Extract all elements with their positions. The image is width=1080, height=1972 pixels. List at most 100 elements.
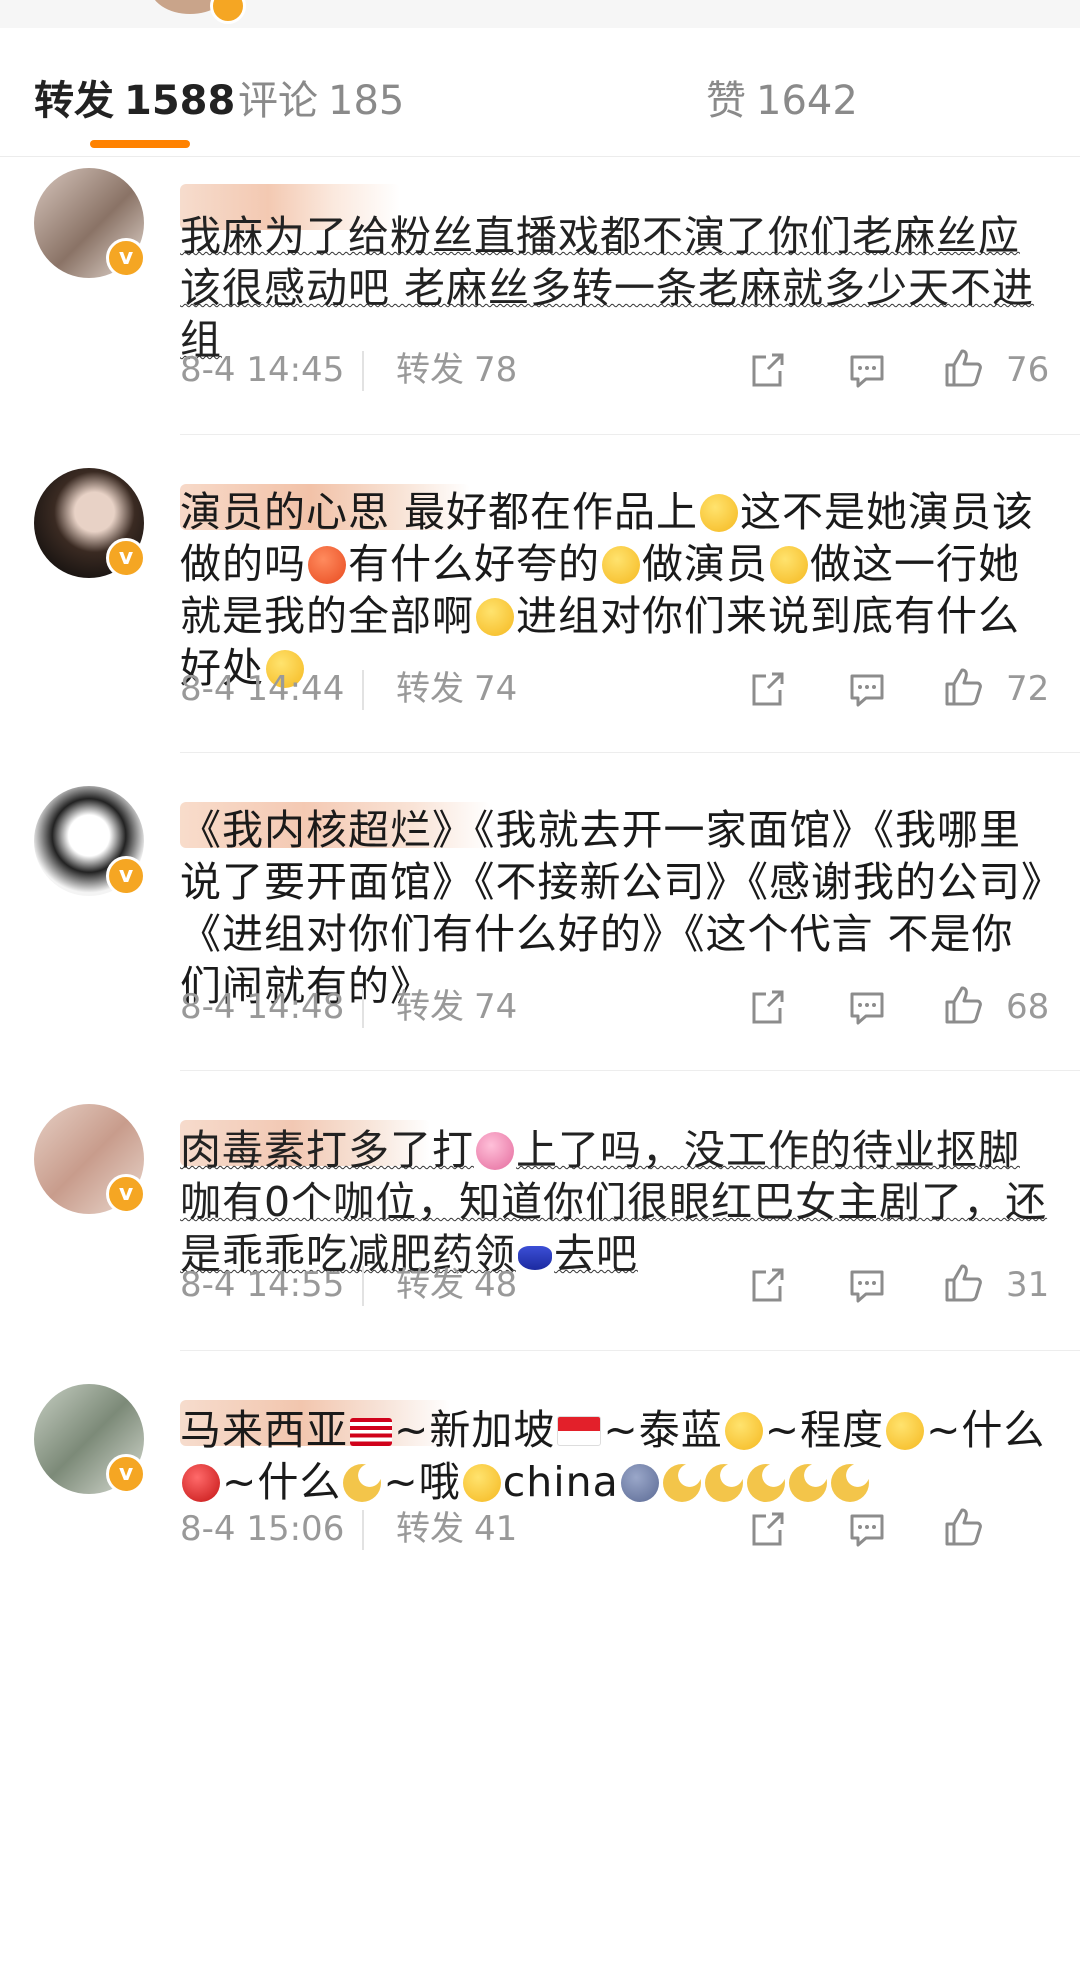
text-segment: china <box>502 1458 619 1506</box>
repost-meta: 8-4 14:45 转发 78 76 <box>180 345 1049 395</box>
repost-text: 演员的心思 最好都在作品上 这不是她演员该做的吗 有什么好夸的 做演员 做这一行她就是我… <box>180 486 1050 694</box>
repost-item[interactable]: v 《我内核超烂》《我就去开一家面馆》《我哪里说了要开面馆》《不接新公司》《感谢… <box>0 756 1080 1074</box>
timestamp: 8-4 14:45 <box>180 350 345 390</box>
text-segment: ~哦 <box>383 1458 461 1506</box>
text-segment: ~什么 <box>222 1458 342 1506</box>
text-segment: ~新加坡 <box>394 1406 556 1454</box>
comment-icon[interactable] <box>846 1508 888 1550</box>
moon-emoji-icon <box>343 1464 382 1502</box>
comment-icon[interactable] <box>846 986 888 1028</box>
repost-label: 转发 <box>396 1265 464 1305</box>
repost-count: 转发 78 <box>396 345 517 395</box>
tab-repost-label: 转发 <box>34 78 114 124</box>
new-moon-face-emoji-icon <box>620 1464 659 1502</box>
vip-badge-icon: v <box>106 538 146 578</box>
tab-like-label: 赞 <box>706 78 746 124</box>
repost-number: 74 <box>474 987 518 1027</box>
vip-badge-icon: v <box>106 856 146 896</box>
share-icon[interactable] <box>746 1508 788 1550</box>
share-icon[interactable] <box>746 668 788 710</box>
sweat-smile-emoji-icon <box>602 546 640 584</box>
repost-count: 转发 48 <box>396 1260 517 1310</box>
grin-emoji-icon <box>700 494 739 532</box>
moon-emoji-icon <box>830 1464 869 1502</box>
angry-emoji-icon <box>308 546 346 584</box>
smiling-hearts-emoji-icon <box>724 1412 763 1450</box>
previous-post-strip <box>0 0 1080 28</box>
repost-number: 48 <box>474 1265 518 1305</box>
thumb-up-icon[interactable] <box>942 666 984 708</box>
comment-icon[interactable] <box>846 349 888 391</box>
divider <box>362 351 364 391</box>
text-segment: 马来西亚 <box>180 1406 348 1454</box>
vip-badge-icon: v <box>106 1174 146 1214</box>
share-icon[interactable] <box>746 349 788 391</box>
thumb-up-icon[interactable] <box>942 347 984 389</box>
text-segment: 做演员 <box>642 540 768 588</box>
repost-label: 转发 <box>396 987 464 1027</box>
divider <box>362 988 364 1028</box>
item-divider <box>180 1350 1080 1351</box>
repost-text: 马来西亚 ~新加坡 ~泰蓝 ~程度 ~什么 ~什么 ~哦 china <box>180 1404 1050 1508</box>
like-count: 76 <box>1006 350 1050 390</box>
repost-meta: 8-4 14:55 转发 48 31 <box>180 1260 1049 1310</box>
text-segment: ~什么 <box>926 1406 1046 1454</box>
timestamp: 8-4 14:44 <box>180 669 345 709</box>
divider <box>362 670 364 710</box>
repost-item[interactable]: v 我麻为了给粉丝直播戏都不演了你们老麻丝应该很感动吧 老麻丝多转一条老麻就多少… <box>0 138 1080 438</box>
apple-emoji-icon <box>182 1464 220 1502</box>
repost-count: 转发 41 <box>396 1504 517 1554</box>
repost-label: 转发 <box>396 350 464 390</box>
thumb-up-icon[interactable] <box>942 1262 984 1304</box>
malaysia-flag-icon <box>350 1418 392 1446</box>
moon-emoji-icon <box>662 1464 701 1502</box>
repost-item[interactable]: v 马来西亚 ~新加坡 ~泰蓝 ~程度 ~什么 ~什么 ~哦 china 8-4 15:06 … <box>0 1354 1080 1972</box>
repost-meta: 8-4 14:48 转发 74 68 <box>180 982 1049 1032</box>
repost-number: 78 <box>474 350 518 390</box>
moon-emoji-icon <box>704 1464 743 1502</box>
tab-comment-label: 评论 <box>238 78 318 124</box>
singapore-flag-icon <box>557 1416 602 1446</box>
repost-number: 74 <box>474 669 518 709</box>
repost-meta: 8-4 14:44 转发 74 72 <box>180 664 1049 714</box>
like-count: 68 <box>1006 987 1050 1027</box>
tab-like-count: 1642 <box>756 78 858 124</box>
text-segment: 有什么好夸的 <box>348 540 600 588</box>
text-segment: 演员的心思 最好都在作品上 <box>180 488 699 536</box>
repost-text: 我麻为了给粉丝直播戏都不演了你们老麻丝应该很感动吧 老麻丝多转一条老麻就多少天不… <box>180 212 1035 364</box>
comment-icon[interactable] <box>846 668 888 710</box>
like-count: 72 <box>1006 669 1050 709</box>
heart-eyes-emoji-icon <box>886 1412 925 1450</box>
tab-comment-count: 185 <box>328 78 405 124</box>
divider <box>362 1266 364 1306</box>
tab-like[interactable]: 赞 1642 <box>706 68 858 126</box>
timestamp: 8-4 15:06 <box>180 1509 345 1549</box>
tab-repost[interactable]: 转发 1588 <box>34 68 235 126</box>
relieved-emoji-icon <box>770 546 808 584</box>
text-segment: 肉毒素打多了打 <box>180 1126 474 1174</box>
timestamp: 8-4 14:55 <box>180 1265 345 1305</box>
item-divider <box>180 434 1080 435</box>
tab-comment[interactable]: 评论 185 <box>238 68 404 126</box>
moon-emoji-icon <box>746 1464 785 1502</box>
moon-emoji-icon <box>788 1464 827 1502</box>
moved-emoji-icon <box>476 598 514 636</box>
timestamp: 8-4 14:48 <box>180 987 345 1027</box>
vip-badge-icon: v <box>106 1454 146 1494</box>
repost-text: 《我内核超烂》《我就去开一家面馆》《我哪里说了要开面馆》《不接新公司》《感谢我的… <box>180 806 1043 1010</box>
like-count: 31 <box>1006 1265 1050 1305</box>
share-icon[interactable] <box>746 1264 788 1306</box>
text-segment: ~程度 <box>764 1406 885 1454</box>
repost-label: 转发 <box>396 1509 464 1549</box>
vip-badge-icon <box>210 0 246 24</box>
item-divider <box>180 752 1080 753</box>
brain-emoji-icon <box>476 1132 514 1170</box>
repost-item[interactable]: v 肉毒素打多了打 上了吗，没工作的待业抠脚咖有0个咖位，知道你们很眼红巴女主剧了… <box>0 1074 1080 1354</box>
thumb-up-icon[interactable] <box>942 984 984 1026</box>
repost-item[interactable]: v 演员的心思 最好都在作品上 这不是她演员该做的吗 有什么好夸的 做演员 做这一行她就… <box>0 438 1080 756</box>
share-icon[interactable] <box>746 986 788 1028</box>
thumb-up-icon[interactable] <box>942 1506 984 1548</box>
comment-icon[interactable] <box>846 1264 888 1306</box>
item-divider <box>180 1070 1080 1071</box>
repost-count: 转发 74 <box>396 982 517 1032</box>
